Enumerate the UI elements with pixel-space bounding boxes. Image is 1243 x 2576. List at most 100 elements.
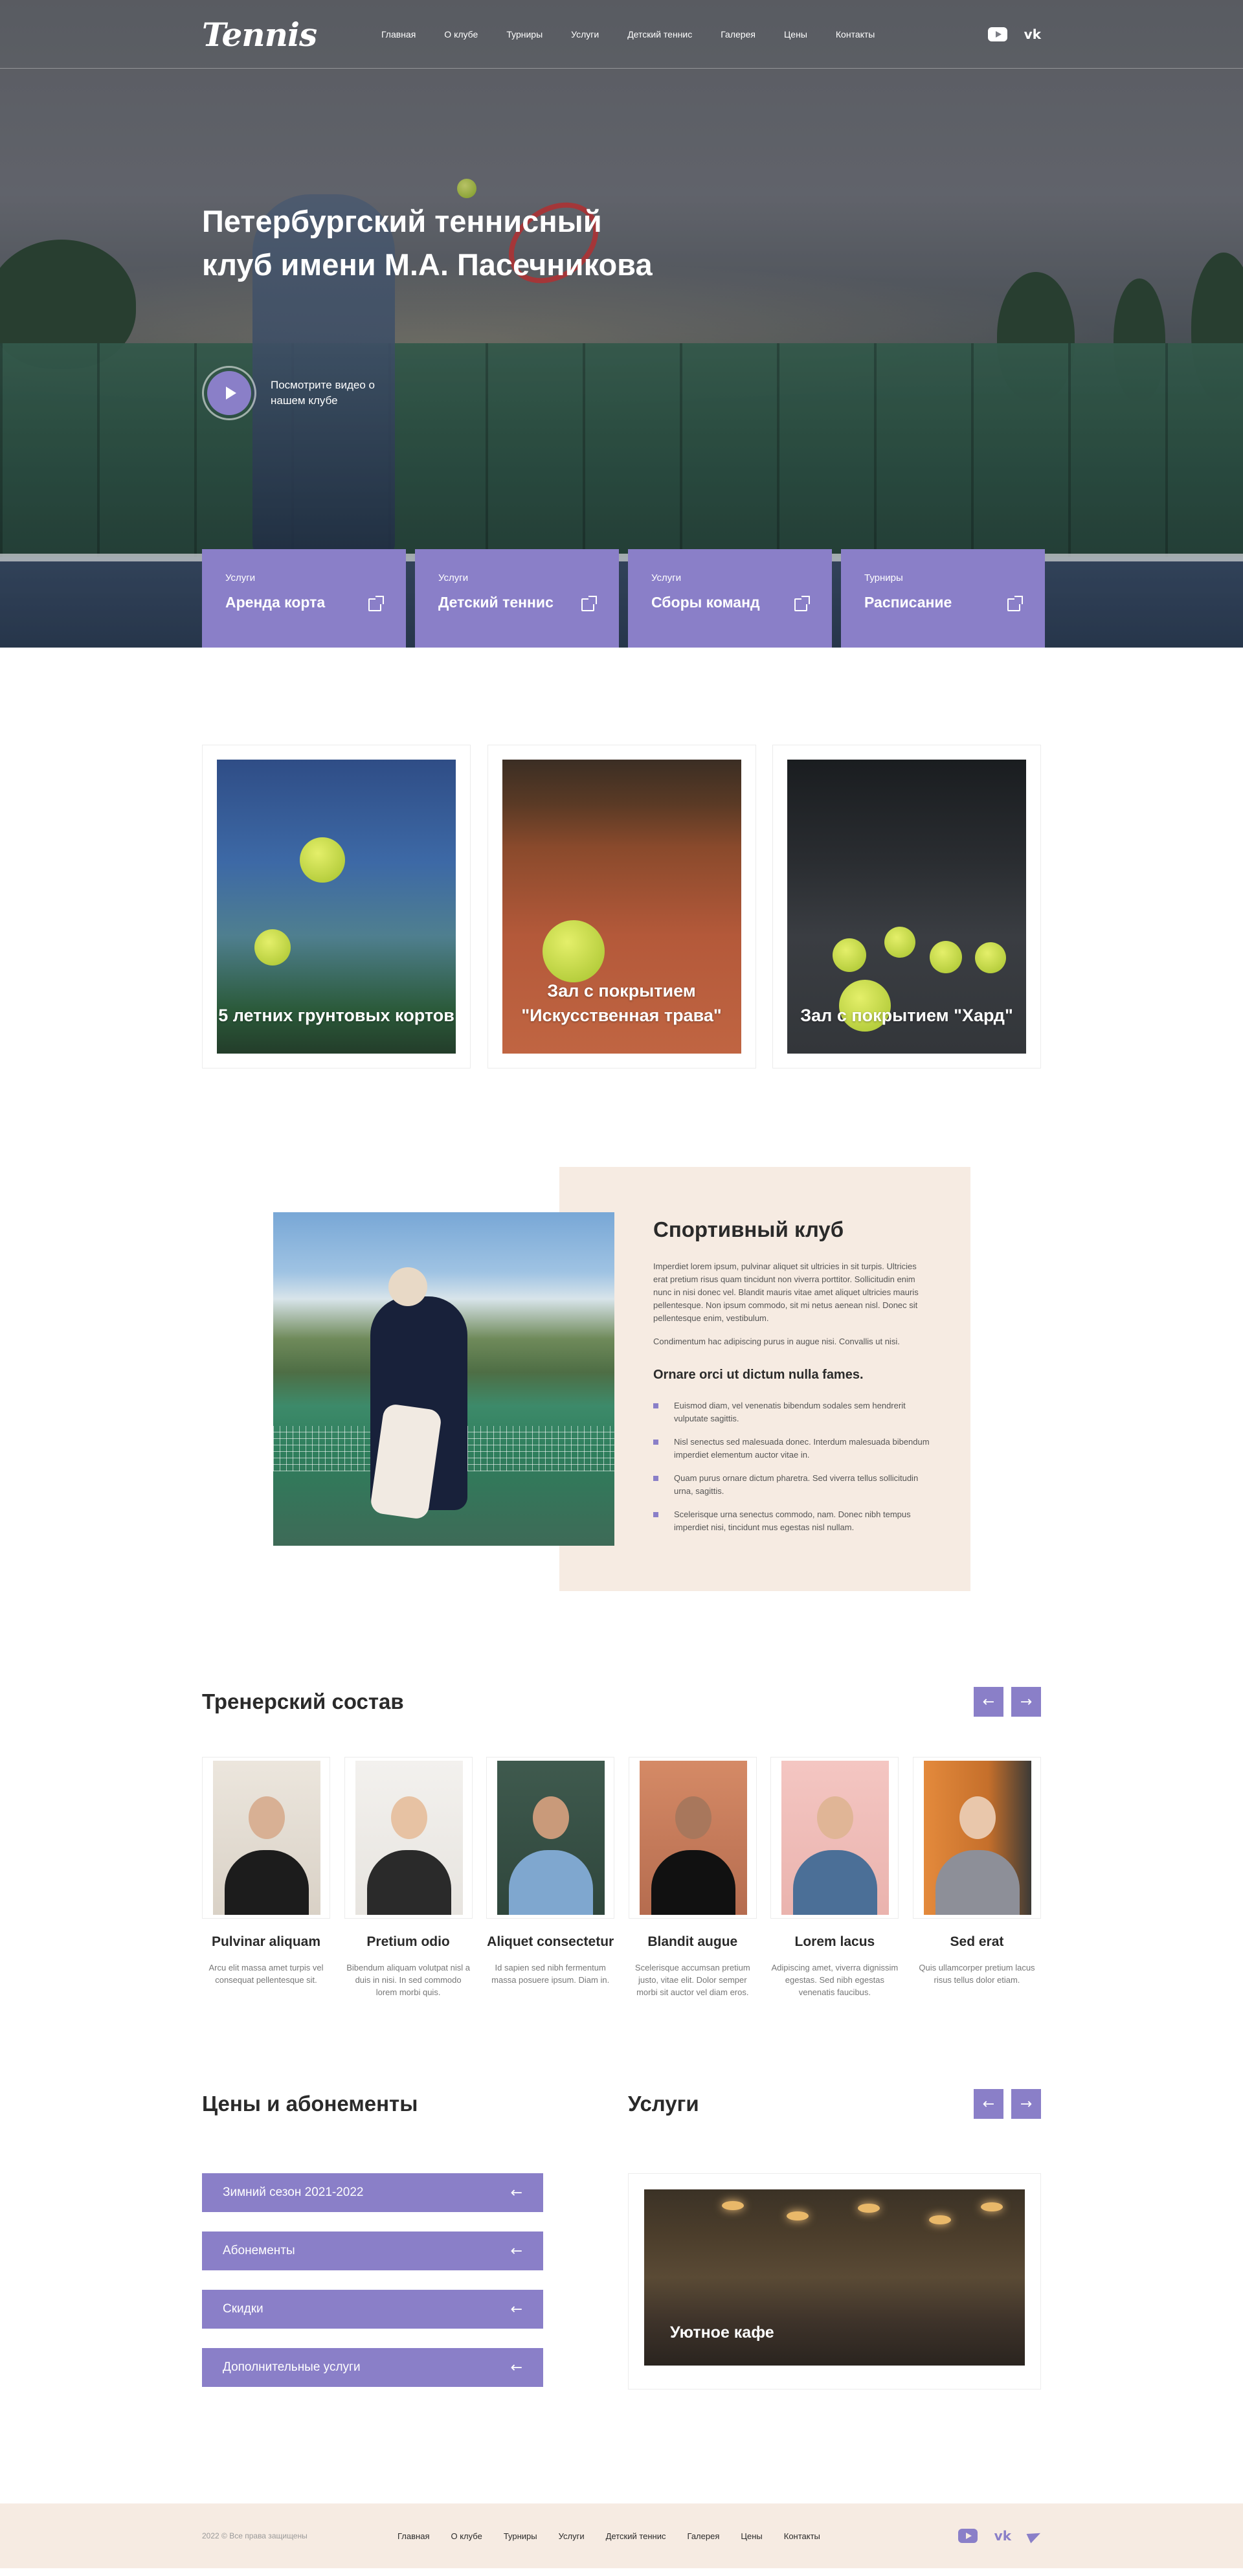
hero-card-schedule[interactable]: Турниры Расписание <box>841 549 1045 648</box>
trainer-face <box>533 1796 570 1839</box>
services-header: Услуги ← → <box>628 2089 1041 2119</box>
trainer-photo-frame <box>628 1757 757 1919</box>
cafe-lamp-image <box>929 2215 951 2224</box>
court-image-hard: Зал с покрытием "Хард" <box>787 760 1026 1054</box>
services-block: Услуги ← → Уютное кафе <box>628 2089 1041 2406</box>
trainer-description: Adipiscing amet, viverra dignissim egest… <box>771 1963 899 1997</box>
trainers-section: Тренерский состав ← → Pulvinar aliquam A… <box>202 1687 1041 1998</box>
footer-nav-about[interactable]: О клубе <box>451 2531 482 2541</box>
trainer-body <box>651 1850 735 1915</box>
price-item-subscriptions[interactable]: Абонементы ← <box>202 2231 543 2270</box>
arrow-left-icon[interactable]: ← <box>974 1687 1003 1717</box>
trainer-card[interactable]: Lorem lacus Adipiscing amet, viverra dig… <box>770 1757 899 1998</box>
trainer-card[interactable]: Pulvinar aliquam Arcu elit massa amet tu… <box>202 1757 330 1998</box>
trainer-card[interactable]: Sed erat Quis ullamcorper pretium lacus … <box>912 1757 1041 1998</box>
arrow-left-icon: ← <box>510 2359 522 2376</box>
court-card[interactable]: Зал с покрытием "Хард" <box>772 745 1041 1068</box>
prices-title: Цены и абонементы <box>202 2092 418 2116</box>
copyright: 2022 © Все права защищены <box>202 2531 308 2540</box>
hero-cards: Услуги Аренда корта Услуги Детский тенни… <box>202 549 1045 648</box>
footer-nav-contacts[interactable]: Контакты <box>784 2531 820 2541</box>
trainer-card[interactable]: Blandit augue Scelerisque accumsan preti… <box>628 1757 757 1998</box>
play-button[interactable] <box>202 366 256 420</box>
trainer-photo-frame <box>770 1757 899 1919</box>
vk-icon[interactable]: vk <box>1024 27 1041 42</box>
cafe-lamp-image <box>981 2202 1003 2211</box>
trainer-photo-frame <box>912 1757 1041 1919</box>
nav-item-gallery[interactable]: Галерея <box>721 29 756 40</box>
club-paragraph: Imperdiet lorem ipsum, pulvinar aliquet … <box>653 1261 919 1323</box>
nav-item-contacts[interactable]: Контакты <box>836 29 875 40</box>
footer-nav-services[interactable]: Услуги <box>559 2531 585 2541</box>
price-item-winter-season[interactable]: Зимний сезон 2021-2022 ← <box>202 2173 543 2212</box>
arrow-left-icon: ← <box>510 2301 522 2318</box>
hero-card-team-camps[interactable]: Услуги Сборы команд <box>628 549 832 648</box>
club-bullet: Euismod diam, vel venenatis bibendum sod… <box>653 1399 932 1425</box>
trainer-card[interactable]: Aliquet consectetur Id sapien sed nibh f… <box>486 1757 615 1998</box>
video-label: Посмотрите видео о нашем клубе <box>271 379 375 407</box>
trainer-photo <box>639 1761 747 1915</box>
trainer-description: Bibendum aliquam volutpat nisl a duis in… <box>346 1963 470 1997</box>
club-photo <box>273 1212 614 1546</box>
arrow-right-icon[interactable]: → <box>1011 1687 1041 1717</box>
header-social: vk <box>987 27 1041 42</box>
youtube-icon[interactable] <box>957 2529 978 2543</box>
nav-item-about[interactable]: О клубе <box>444 29 478 40</box>
trainer-name: Pulvinar aliquam <box>211 1934 321 1949</box>
trainer-name: Blandit augue <box>647 1934 738 1949</box>
nav-item-home[interactable]: Главная <box>381 29 416 40</box>
court-card[interactable]: Зал с покрытием "Искусственная трава" <box>487 745 756 1068</box>
hero-section: Tennis Главная О клубе Турниры Услуги Де… <box>0 0 1243 648</box>
nav-item-prices[interactable]: Цены <box>784 29 807 40</box>
club-photo-player-head <box>388 1267 427 1306</box>
trainer-description: Quis ullamcorper pretium lacus risus tel… <box>919 1963 1035 1985</box>
cafe-lamp-image <box>787 2211 809 2220</box>
arrow-left-icon[interactable]: ← <box>974 2089 1003 2119</box>
court-caption: Зал с покрытием "Искусственная трава" <box>521 981 722 1025</box>
footer-nav-prices[interactable]: Цены <box>741 2531 762 2541</box>
card-category: Услуги <box>651 572 682 583</box>
price-item-extra-services[interactable]: Дополнительные услуги ← <box>202 2348 543 2387</box>
footer-nav-tournaments[interactable]: Турниры <box>504 2531 537 2541</box>
trainer-photo <box>923 1761 1031 1915</box>
telegram-icon[interactable] <box>1026 2528 1043 2544</box>
vk-icon[interactable]: vk <box>994 2528 1011 2544</box>
hero-card-court-rent[interactable]: Услуги Аренда корта <box>202 549 406 648</box>
nav-item-kids[interactable]: Детский теннис <box>627 29 692 40</box>
video-link[interactable]: Посмотрите видео о нашем клубе <box>202 366 400 420</box>
footer-nav-gallery[interactable]: Галерея <box>688 2531 720 2541</box>
trainer-card[interactable]: Pretium odio Bibendum aliquam volutpat n… <box>344 1757 473 1998</box>
trainer-description: Scelerisque accumsan pretium justo, vita… <box>634 1963 750 1997</box>
trainers-arrows: ← → <box>974 1687 1041 1717</box>
arrow-right-icon[interactable]: → <box>1011 2089 1041 2119</box>
service-card[interactable]: Уютное кафе <box>628 2173 1041 2390</box>
footer-nav-home[interactable]: Главная <box>398 2531 429 2541</box>
cafe-lamp-image <box>858 2204 880 2213</box>
trainer-face <box>675 1796 711 1839</box>
price-item-discounts[interactable]: Скидки ← <box>202 2290 543 2329</box>
court-card[interactable]: 5 летних грунтовых кортов <box>202 745 471 1068</box>
club-subtitle: Ornare orci ut dictum nulla fames. <box>653 1368 864 1382</box>
arrow-left-icon: ← <box>510 2184 522 2201</box>
youtube-icon[interactable] <box>987 27 1007 41</box>
trainers-title: Тренерский состав <box>202 1689 404 1713</box>
cafe-lamp-image <box>722 2201 744 2210</box>
trainer-photo <box>355 1761 463 1915</box>
prices-block: Цены и абонементы Зимний сезон 2021-2022… <box>202 2089 543 2406</box>
trainer-photo <box>781 1761 890 1915</box>
logo[interactable]: Tennis <box>202 16 381 54</box>
trainer-name: Sed erat <box>950 1934 1004 1949</box>
tennis-ball-image <box>300 837 345 883</box>
card-category: Услуги <box>438 572 469 583</box>
nav-item-services[interactable]: Услуги <box>571 29 599 40</box>
footer-nav: Главная О клубе Турниры Услуги Детский т… <box>398 2531 958 2541</box>
footer-nav-kids[interactable]: Детский теннис <box>606 2531 666 2541</box>
play-icon <box>207 371 251 415</box>
trainer-face <box>390 1796 427 1839</box>
trainer-description: Arcu elit massa amet turpis vel consequa… <box>208 1963 324 1985</box>
nav-item-tournaments[interactable]: Турниры <box>506 29 543 40</box>
footer: 2022 © Все права защищены Главная О клуб… <box>0 2503 1243 2568</box>
hero-card-kids-tennis[interactable]: Услуги Детский теннис <box>415 549 619 648</box>
services-arrows: ← → <box>974 2089 1041 2119</box>
trainers-header: Тренерский состав ← → <box>202 1687 1041 1717</box>
